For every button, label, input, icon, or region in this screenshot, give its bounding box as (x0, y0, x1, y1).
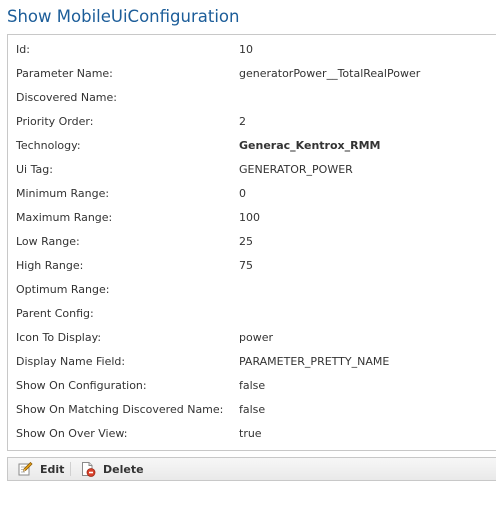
delete-document-icon (82, 462, 96, 477)
field-label: Id: (16, 43, 30, 56)
field-label: Low Range: (16, 235, 80, 248)
field-row: Discovered Name: (8, 86, 496, 110)
field-row: Id: 10 (8, 38, 496, 62)
field-label: Parent Config: (16, 307, 94, 320)
delete-label: Delete (103, 462, 144, 476)
field-row: Parameter Name: generatorPower__TotalReal… (8, 62, 496, 86)
field-row: Icon To Display: power (8, 326, 496, 350)
field-value: false (239, 379, 266, 392)
field-label: Priority Order: (16, 115, 94, 128)
field-value: true (239, 427, 262, 440)
field-label: Maximum Range: (16, 211, 113, 224)
field-label: Show On Matching Discovered Name: (16, 403, 224, 416)
field-label: Discovered Name: (16, 91, 117, 104)
page-title: Show MobileUiConfiguration (7, 7, 240, 26)
field-label: Minimum Range: (16, 187, 110, 200)
field-row: Optimum Range: (8, 278, 496, 302)
field-label: Ui Tag: (16, 163, 53, 176)
field-value: 2 (239, 115, 246, 128)
field-value: generatorPower__TotalRealPower (239, 67, 421, 80)
field-row: Show On Over View: true (8, 422, 496, 446)
field-label: Show On Over View: (16, 427, 128, 440)
field-row: Low Range: 25 (8, 230, 496, 254)
field-value: 100 (239, 211, 260, 224)
action-bar: Edit Delete (7, 457, 496, 481)
edit-label: Edit (40, 462, 65, 476)
field-label: Technology: (16, 139, 81, 152)
field-value: 0 (239, 187, 246, 200)
field-value: 75 (239, 259, 253, 272)
field-value: PARAMETER_PRETTY_NAME (239, 355, 390, 368)
action-separator (70, 462, 71, 476)
field-row: Ui Tag: GENERATOR_POWER (8, 158, 496, 182)
field-value: 10 (239, 43, 253, 56)
edit-pencil-icon (18, 461, 33, 476)
field-label: Show On Configuration: (16, 379, 147, 392)
field-value: power (239, 331, 273, 344)
field-row: Parent Config: (8, 302, 496, 326)
field-label: Display Name Field: (16, 355, 126, 368)
edit-button[interactable]: Edit (17, 458, 64, 480)
delete-button[interactable]: Delete (80, 458, 144, 480)
field-row: Technology: Generac_Kentrox_RMM (8, 134, 496, 158)
field-row: Priority Order: 2 (8, 110, 496, 134)
field-row: Maximum Range: 100 (8, 206, 496, 230)
field-row: High Range: 75 (8, 254, 496, 278)
field-value: 25 (239, 235, 253, 248)
field-value: GENERATOR_POWER (239, 163, 353, 176)
field-label: Optimum Range: (16, 283, 110, 296)
field-value: Generac_Kentrox_RMM (239, 139, 381, 152)
field-row: Display Name Field: PARAMETER_PRETTY_NAME (8, 350, 496, 374)
field-row: Show On Matching Discovered Name: false (8, 398, 496, 422)
field-value: false (239, 403, 266, 416)
field-label: Icon To Display: (16, 331, 102, 344)
field-row: Minimum Range: 0 (8, 182, 496, 206)
detail-panel: Id: 10 Parameter Name: generatorPower__Tota… (7, 34, 496, 451)
field-row: Show On Configuration: false (8, 374, 496, 398)
field-label: High Range: (16, 259, 84, 272)
field-label: Parameter Name: (16, 67, 113, 80)
